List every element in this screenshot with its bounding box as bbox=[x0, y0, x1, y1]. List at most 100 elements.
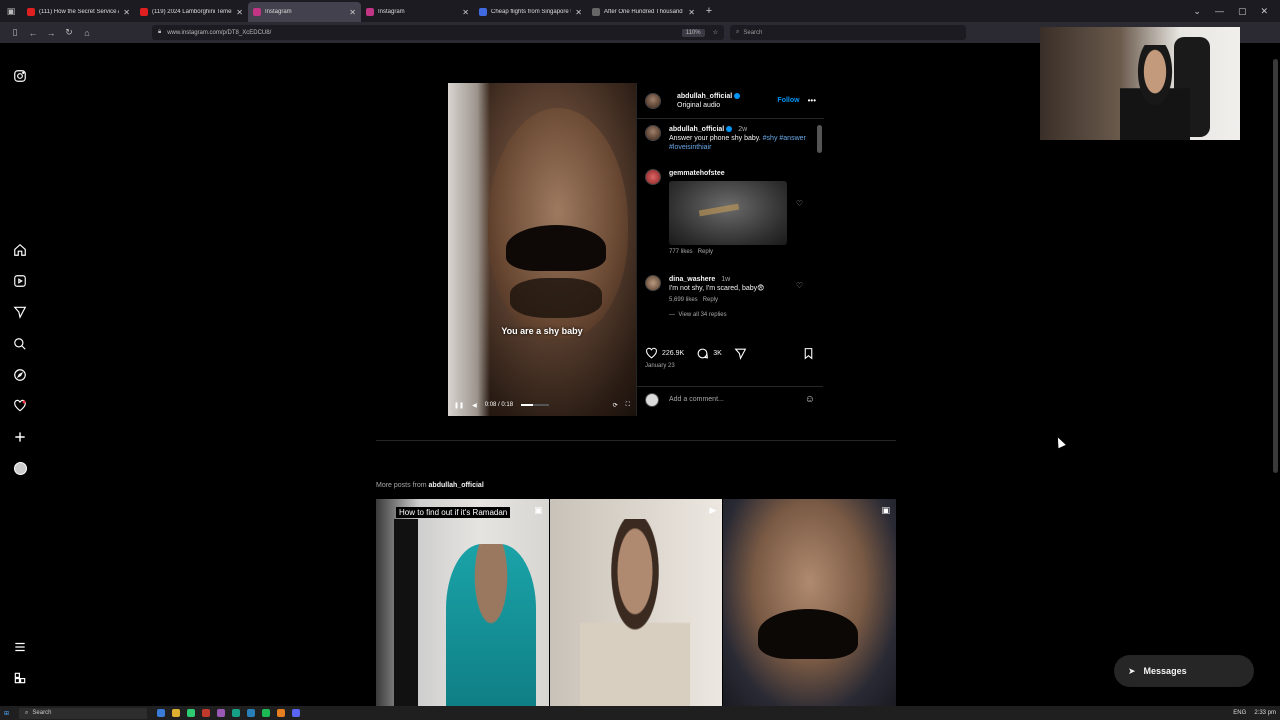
app-icon[interactable] bbox=[292, 709, 301, 717]
search-icon[interactable] bbox=[11, 335, 29, 353]
thumbnail-caption: How to find out if it's Ramadan bbox=[396, 507, 511, 518]
messages-button[interactable]: ➤ Messages bbox=[1114, 655, 1254, 687]
home-icon[interactable]: ⌂ bbox=[78, 28, 96, 38]
create-icon[interactable] bbox=[11, 428, 29, 446]
browser-tab[interactable]: (119) 2024 Lamborghini Temer ✕ bbox=[135, 2, 248, 22]
comment-icon[interactable] bbox=[696, 347, 709, 360]
app-icon[interactable] bbox=[217, 709, 226, 717]
reply-button[interactable]: Reply bbox=[698, 249, 713, 255]
language-indicator[interactable]: ENG bbox=[1233, 710, 1246, 716]
bookmark-star-icon[interactable]: ☆ bbox=[713, 29, 718, 36]
emoji-icon[interactable]: ☺ bbox=[805, 394, 815, 405]
tab-list-icon[interactable]: ⌄ bbox=[1193, 6, 1201, 17]
zoom-level[interactable]: 110% bbox=[681, 28, 705, 37]
forward-icon[interactable]: → bbox=[42, 28, 60, 38]
more-posts-username[interactable]: abdullah_official bbox=[429, 482, 484, 489]
fullscreen-icon[interactable]: ⛶ bbox=[626, 402, 630, 409]
close-window-icon[interactable]: ✕ bbox=[1260, 6, 1268, 17]
post-thumbnail[interactable]: ▶ bbox=[549, 499, 723, 706]
clock[interactable]: 2:33 pm bbox=[1254, 710, 1276, 716]
save-icon[interactable] bbox=[802, 347, 815, 360]
app-icon[interactable] bbox=[262, 709, 271, 717]
close-icon[interactable]: ✕ bbox=[123, 8, 130, 17]
browser-search-input[interactable]: ⌕ Search bbox=[730, 25, 966, 40]
like-comment-icon[interactable]: ♡ bbox=[796, 199, 803, 208]
taskbar-search-input[interactable]: ⌕ Search bbox=[19, 707, 148, 719]
reply-button[interactable]: Reply bbox=[703, 297, 718, 303]
app-icon[interactable] bbox=[277, 709, 286, 717]
like-icon[interactable] bbox=[645, 347, 658, 360]
reel-icon: ▣ bbox=[881, 505, 891, 515]
post-subtitle[interactable]: Original audio bbox=[677, 101, 740, 110]
app-icon[interactable] bbox=[157, 709, 166, 717]
browser-tab[interactable]: After One Hundred Thousand I ✕ bbox=[587, 2, 700, 22]
browser-tab[interactable]: Instagram ✕ bbox=[361, 2, 474, 22]
profile-icon[interactable] bbox=[11, 459, 29, 477]
comment-username[interactable]: gemmatehofstee bbox=[669, 170, 725, 177]
post-thumbnail[interactable]: ▣ bbox=[723, 499, 897, 706]
comment-gif bbox=[669, 181, 787, 245]
app-icon[interactable] bbox=[187, 709, 196, 717]
view-replies-button[interactable]: View all 34 replies bbox=[678, 312, 726, 318]
app-icon[interactable] bbox=[232, 709, 241, 717]
close-icon[interactable]: ✕ bbox=[688, 8, 695, 17]
maximize-icon[interactable]: ▢ bbox=[1238, 6, 1247, 17]
post-thumbnail[interactable]: How to find out if it's Ramadan ▣ bbox=[376, 499, 549, 706]
page-scrollbar[interactable] bbox=[1273, 59, 1278, 473]
app-icon[interactable] bbox=[172, 709, 181, 717]
follow-button[interactable]: Follow bbox=[777, 97, 799, 104]
app-icon[interactable] bbox=[202, 709, 211, 717]
avatar[interactable] bbox=[645, 169, 661, 185]
like-comment-icon[interactable]: ♡ bbox=[796, 281, 803, 290]
browser-tab[interactable]: (111) How the Secret Service A ✕ bbox=[22, 2, 135, 22]
send-icon[interactable] bbox=[11, 303, 29, 321]
explore-icon[interactable] bbox=[11, 366, 29, 384]
pause-icon[interactable]: ❚❚ bbox=[454, 402, 464, 409]
home-icon[interactable] bbox=[11, 241, 29, 259]
back-icon[interactable]: ← bbox=[24, 28, 42, 38]
window-menu-icon[interactable]: ▣ bbox=[0, 0, 22, 22]
browser-tab-active[interactable]: Instagram ✕ bbox=[248, 2, 361, 22]
loop-icon[interactable]: ⟳ bbox=[613, 402, 618, 409]
comment-count[interactable]: 3K bbox=[713, 350, 722, 357]
more-posts-heading: More posts from abdullah_official bbox=[376, 482, 484, 489]
address-bar[interactable]: 🔒︎ www.instagram.com/p/DT8_XcEDCU8/ 110%… bbox=[152, 25, 724, 40]
comment-username[interactable]: dina_washere bbox=[669, 276, 715, 283]
avatar[interactable] bbox=[645, 92, 661, 109]
verified-icon bbox=[734, 92, 741, 99]
app-icon[interactable] bbox=[247, 709, 256, 717]
threads-icon[interactable] bbox=[11, 669, 29, 687]
comment-likes[interactable]: 5,699 likes bbox=[669, 297, 698, 303]
volume-icon[interactable]: ◀ bbox=[472, 402, 477, 409]
like-count[interactable]: 226.9K bbox=[662, 350, 684, 357]
add-comment-field[interactable]: Add a comment... ☺ bbox=[637, 386, 823, 412]
post-caption: abdullah_official 2w Answer your phone s… bbox=[645, 125, 815, 152]
reel-video[interactable]: You are a shy baby ❚❚ ◀ 0:08 / 0:18 ⟳ ⛶ bbox=[448, 83, 636, 416]
comments-scrollbar[interactable] bbox=[817, 125, 822, 153]
sidebar-toggle-icon[interactable]: ▯ bbox=[6, 27, 24, 38]
caption-username[interactable]: abdullah_official bbox=[669, 126, 724, 133]
avatar[interactable] bbox=[645, 125, 661, 141]
comment-likes[interactable]: 777 likes bbox=[669, 249, 693, 255]
share-icon[interactable] bbox=[734, 347, 747, 360]
new-tab-button[interactable]: + bbox=[700, 5, 718, 17]
minimize-icon[interactable]: — bbox=[1215, 6, 1224, 17]
post-username[interactable]: abdullah_official bbox=[677, 93, 732, 100]
menu-icon[interactable] bbox=[11, 638, 29, 656]
heart-icon[interactable] bbox=[11, 397, 29, 415]
close-icon[interactable]: ✕ bbox=[349, 8, 356, 17]
start-icon[interactable]: ⊞ bbox=[4, 710, 9, 717]
close-icon[interactable]: ✕ bbox=[575, 8, 582, 17]
avatar[interactable] bbox=[645, 275, 661, 291]
reels-icon[interactable] bbox=[11, 272, 29, 290]
instagram-logo-icon[interactable] bbox=[11, 67, 29, 85]
close-icon[interactable]: ✕ bbox=[462, 8, 469, 17]
close-icon[interactable]: ✕ bbox=[236, 8, 243, 17]
browser-tab[interactable]: Cheap flights from Singapore t ✕ bbox=[474, 2, 587, 22]
more-options-icon[interactable]: ••• bbox=[808, 96, 816, 105]
comment-text: I'm not shy, I'm scared, baby😨 bbox=[669, 285, 765, 292]
instagram-icon bbox=[366, 8, 374, 16]
video-frame-pillow bbox=[448, 83, 490, 416]
video-progress-bar[interactable] bbox=[521, 404, 550, 406]
reload-icon[interactable]: ↻ bbox=[60, 27, 78, 38]
